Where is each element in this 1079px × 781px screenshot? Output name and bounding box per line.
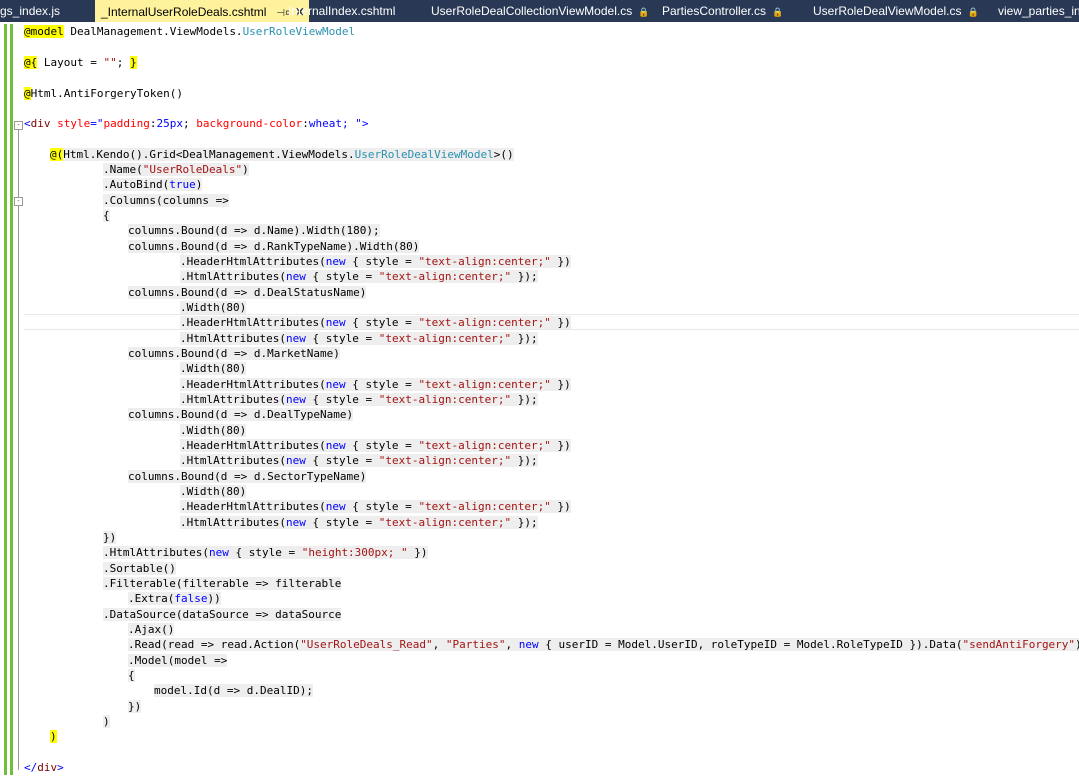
code-line: { (128, 669, 135, 682)
code-line: columns.Bound(d => d.MarketName) (128, 347, 340, 360)
tab-label: UserRoleDealCollectionViewModel.cs (431, 4, 633, 18)
document-tab-bar: gs_index.js _InternalUserRoleDeals.cshtm… (0, 0, 1079, 22)
code-line: .Width(80) (180, 301, 247, 314)
tab-user-role-deal-collection-view-model-cs[interactable]: UserRoleDealCollectionViewModel.cs 🔒 (431, 0, 649, 22)
code-line: @(Html.Kendo().Grid<DealManagement.ViewM… (50, 148, 514, 161)
code-line: .HeaderHtmlAttributes(new { style = "tex… (180, 378, 571, 391)
code-line: </div> (24, 761, 64, 774)
editor-margin: - - (0, 22, 23, 781)
lock-icon: 🔒 (638, 7, 650, 17)
code-line: .HtmlAttributes(new { style = "text-alig… (180, 454, 538, 467)
change-tracking-bar (10, 24, 13, 775)
code-line: columns.Bound(d => d.DealTypeName) (128, 408, 354, 421)
code-line: @{ Layout = ""; } (24, 56, 137, 69)
tab-label: view_parties_inte (998, 4, 1079, 18)
code-line: .HeaderHtmlAttributes(new { style = "tex… (180, 316, 571, 329)
code-line: .HtmlAttributes(new { style = "height:30… (103, 546, 428, 559)
code-line: }) (103, 531, 117, 544)
code-line: .Model(model => (128, 654, 228, 667)
tab-parties-controller-cs[interactable]: PartiesController.cs 🔒 (662, 0, 783, 22)
code-line: .HtmlAttributes(new { style = "text-alig… (180, 393, 538, 406)
code-line: .Sortable() (103, 562, 176, 575)
code-line: .Name("UserRoleDeals") (103, 163, 249, 176)
tab-user-role-deal-view-model-cs[interactable]: UserRoleDealViewModel.cs 🔒 (813, 0, 979, 22)
code-line: ) (50, 730, 57, 743)
code-line: .AutoBind(true) (103, 178, 203, 191)
code-line: .HeaderHtmlAttributes(new { style = "tex… (180, 439, 571, 452)
code-line: columns.Bound(d => d.Name).Width(180); (128, 224, 380, 237)
lock-icon: 🔒 (772, 7, 784, 17)
tab-label: _InternalUserRoleDeals.cshtml (101, 5, 267, 19)
tab-gs-index-js[interactable]: gs_index.js (0, 0, 60, 22)
code-line: { (103, 209, 110, 222)
code-line: .Width(80) (180, 424, 247, 437)
code-line: .HtmlAttributes(new { style = "text-alig… (180, 270, 538, 283)
code-line: .HeaderHtmlAttributes(new { style = "tex… (180, 500, 571, 513)
code-line: .HtmlAttributes(new { style = "text-alig… (180, 332, 538, 345)
fold-toggle-icon[interactable]: - (14, 197, 23, 206)
tab-internal-index-cshtml[interactable]: InternalIndex.cshtml (288, 0, 395, 22)
tab-label: InternalIndex.cshtml (288, 4, 396, 18)
code-line: model.Id(d => d.DealID); (154, 684, 313, 697)
code-line: columns.Bound(d => d.SectorTypeName) (128, 470, 367, 483)
code-line: .DataSource(dataSource => dataSource (103, 608, 342, 621)
code-line: .Read(read => read.Action("UserRoleDeals… (128, 637, 1079, 652)
code-line: .Extra(false)) (128, 592, 221, 605)
code-line: .HtmlAttributes(new { style = "text-alig… (180, 516, 538, 529)
tab-label: PartiesController.cs (662, 4, 767, 18)
tab-label: gs_index.js (0, 4, 61, 18)
code-line: .Filterable(filterable => filterable (103, 577, 342, 590)
code-line: .Ajax() (128, 623, 175, 636)
code-line: .HeaderHtmlAttributes(new { style = "tex… (180, 255, 571, 268)
tab-internal-user-role-deals-cshtml[interactable]: _InternalUserRoleDeals.cshtml ⊣¤ ✕ (95, 0, 309, 22)
code-line: <div style="padding:25px; background-col… (24, 117, 369, 130)
tab-view-parties-internal[interactable]: view_parties_inte (998, 0, 1079, 22)
tab-label: UserRoleDealViewModel.cs (813, 4, 962, 18)
code-line: columns.Bound(d => d.RankTypeName).Width… (128, 240, 420, 253)
code-line: @Html.AntiForgeryToken() (24, 87, 183, 100)
code-line: .Width(80) (180, 362, 247, 375)
code-line: .Width(80) (180, 485, 247, 498)
code-line: ) (103, 715, 110, 728)
fold-toggle-icon[interactable]: - (14, 121, 23, 130)
code-line: columns.Bound(d => d.DealStatusName) (128, 286, 367, 299)
code-line: .Columns(columns => (103, 194, 229, 207)
change-tracking-bar (4, 24, 7, 775)
fold-guide (18, 130, 19, 770)
lock-icon: 🔒 (967, 7, 979, 17)
code-line: }) (128, 700, 142, 713)
code-line: @model DealManagement.ViewModels.UserRol… (24, 25, 356, 38)
